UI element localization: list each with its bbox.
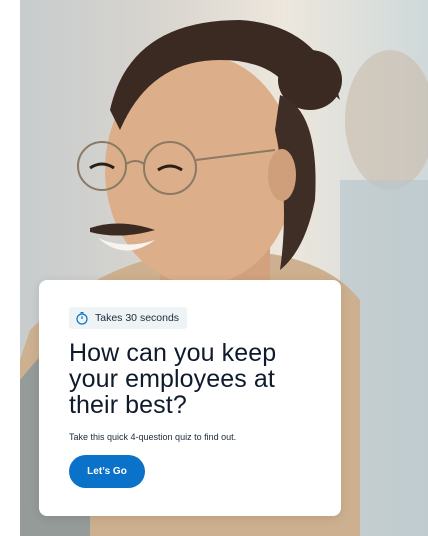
stopwatch-icon xyxy=(75,311,89,325)
lets-go-button[interactable]: Let’s Go xyxy=(69,455,145,488)
quiz-subtitle: Take this quick 4-question quiz to find … xyxy=(69,432,237,442)
quiz-title: How can you keep your employees at their… xyxy=(69,339,277,419)
time-estimate-badge: Takes 30 seconds xyxy=(69,307,188,329)
quiz-promo-page: Takes 30 seconds How can you keep your e… xyxy=(0,0,428,536)
time-estimate-text: Takes 30 seconds xyxy=(95,312,180,324)
quiz-card: Takes 30 seconds How can you keep your e… xyxy=(39,280,341,516)
